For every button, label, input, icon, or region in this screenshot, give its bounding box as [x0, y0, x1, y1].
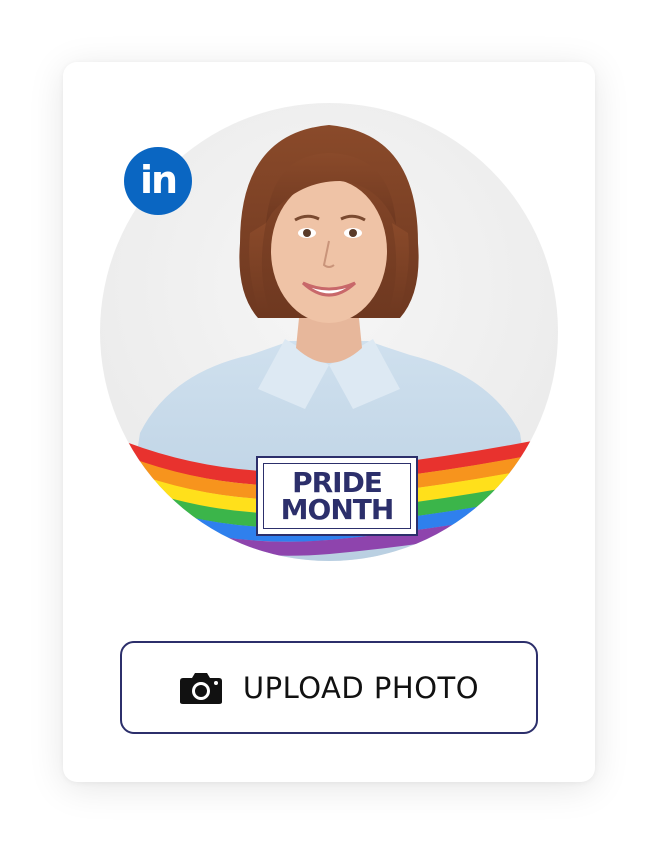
pride-month-label: PRIDE MONTH: [256, 456, 418, 536]
upload-photo-button[interactable]: UPLOAD PHOTO: [120, 641, 538, 734]
pride-label-line1: PRIDE: [292, 466, 383, 499]
linkedin-icon: in: [124, 147, 192, 215]
pride-label-line2: MONTH: [280, 493, 395, 526]
upload-photo-label: UPLOAD PHOTO: [242, 670, 480, 705]
camera-icon: [179, 672, 222, 704]
linkedin-icon-text: in: [139, 158, 178, 202]
